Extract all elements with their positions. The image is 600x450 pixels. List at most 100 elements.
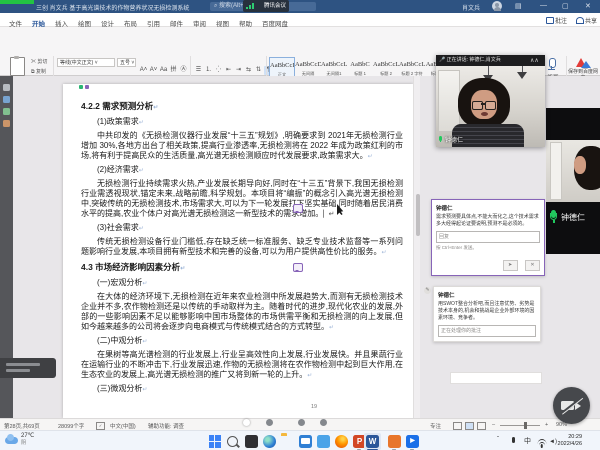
comments-button[interactable]: 批注: [546, 16, 567, 25]
zoom-in-button[interactable]: +: [545, 422, 548, 428]
taskbar-word-icon[interactable]: W: [366, 435, 379, 448]
weather-temp: 27℃: [21, 433, 34, 439]
tencent-meeting-badge[interactable]: 腾讯会议: [243, 0, 289, 12]
document-page[interactable]: 4.2.2 需求预测分析 (1)政策需求中共印发的《无损检测仪器行业发展“十三五”…: [63, 84, 413, 418]
language-indicator[interactable]: 中文(中国): [110, 422, 136, 430]
comment-card-1[interactable]: 钟德仁 需求预测要具体点,不能大而化之,这个技术需求多大经得起论证要说明,预测不…: [431, 199, 545, 276]
comment-body: 需求预测要具体点,不能大而化之,这个技术需求多大经得起论证要说明,预测不是必须的…: [436, 214, 540, 228]
focus-mode-button[interactable]: 专注: [430, 422, 441, 430]
share-button[interactable]: 共享: [576, 16, 597, 25]
taskbar-firefox-icon[interactable]: [335, 435, 348, 448]
meeting-side-tile[interactable]: 钟德仁: [546, 108, 600, 254]
dictate-button[interactable]: [545, 58, 561, 72]
accessibility-status[interactable]: 辅助功能: 调查: [148, 422, 184, 430]
proofing-icon[interactable]: ✓: [96, 422, 105, 430]
copy-button[interactable]: ⧉ 复制: [31, 68, 46, 75]
weather-icon[interactable]: [5, 433, 19, 447]
share-icon: [576, 17, 584, 24]
weather-widget[interactable]: 27℃阴: [21, 433, 34, 447]
font-name-select[interactable]: 等线(中文正文) ˅: [57, 58, 115, 67]
comment-anchor-icon-1[interactable]: [293, 204, 303, 213]
doc-block-2[interactable]: 中共印发的《无损检测仪器行业发展“十三五”规划》,明确要求到 2021年无损检测…: [81, 131, 403, 162]
participant-video[interactable]: 钟德仁: [436, 66, 545, 147]
doc-block-1[interactable]: (1)政策需求: [97, 117, 403, 128]
ribbon-display-options-icon[interactable]: ▤: [515, 2, 522, 10]
zoom-slider[interactable]: [500, 425, 540, 426]
taskbar: 27℃阴 P W ▶ ˆ 中 ◄) 20:292022/4/26: [0, 430, 600, 450]
maximize-button[interactable]: ▢: [562, 2, 569, 10]
word-count[interactable]: 28099个字: [58, 422, 84, 430]
comment-reply-input[interactable]: 回复: [436, 231, 540, 243]
taskbar-search-icon[interactable]: [227, 436, 238, 447]
comment-anchor-icon-2[interactable]: [293, 263, 303, 272]
account-name[interactable]: 肖文兵: [462, 3, 480, 12]
font-size-select[interactable]: 五号 ˅: [117, 58, 136, 67]
page-indicator[interactable]: 第28页,共69页: [4, 422, 40, 430]
zoom-out-button[interactable]: –: [492, 422, 495, 428]
comment-send-button[interactable]: ➤: [503, 260, 518, 271]
document-title: 三创 肖文兵 基于高光谱技术的作物营养状况无损检测系统: [36, 3, 189, 12]
taskbar-orange-app-icon[interactable]: [388, 435, 401, 448]
doc-block-4[interactable]: 无损检测行业持续需求火热,产业发展长期导向好,同时在“十三五”背景下,我国无损检…: [81, 179, 403, 220]
baidu-netdisk-icon[interactable]: [576, 58, 590, 68]
signal-icon: [246, 3, 256, 9]
collaborator-flag-purple: [85, 85, 89, 89]
dock-icon-4[interactable]: [3, 120, 10, 127]
clock[interactable]: 20:292022/4/26: [558, 434, 582, 447]
comment-card-partial[interactable]: [450, 372, 542, 384]
doc-block-0[interactable]: 4.2.2 需求预测分析: [81, 101, 403, 114]
dock-icon-2[interactable]: [3, 96, 10, 103]
comment-icon: [546, 17, 554, 24]
comment-hint: 按 Ctrl+Enter 发送。: [436, 245, 540, 251]
vertical-scrollbar[interactable]: [413, 76, 420, 418]
doc-block-5[interactable]: (3)社会需求: [97, 223, 403, 234]
char-border-icon[interactable]: Ⓐ: [179, 66, 188, 75]
scrollbar-thumb[interactable]: [416, 194, 420, 236]
web-layout-icon: [477, 422, 486, 430]
glasses-icon: [485, 101, 496, 110]
doc-block-9[interactable]: 在大体的经济环境下,无损检测在近年来农业检测中所发展趋势大,而测有无损检测技术企…: [81, 292, 403, 333]
doc-block-8[interactable]: (一)宏观分析: [97, 278, 403, 289]
mic-on-icon: [439, 136, 443, 143]
meeting-floating-window[interactable]: 🎤 正在讲话: 钟德仁,肖文兵 ∧∧ 钟德仁: [436, 55, 545, 147]
dock-icon-1[interactable]: [3, 84, 10, 91]
taskbar-edge-icon[interactable]: [263, 435, 276, 448]
tray-mic-icon[interactable]: [512, 437, 515, 445]
speaking-label: 正在讲话: 钟德仁,肖文兵: [447, 57, 501, 63]
meeting-title-bar[interactable]: 🎤 正在讲话: 钟德仁,肖文兵 ∧∧: [436, 55, 545, 66]
doc-block-11[interactable]: 在果树等高光谱检测的行业发展上,行业呈高效性向上发展,行业发展快。并且果蔬行业在…: [81, 350, 403, 381]
meeting-badge-label: 腾讯会议: [264, 3, 286, 9]
cut-button[interactable]: ✂ 剪切: [31, 58, 47, 65]
comment-card-2[interactable]: 钟德仁 用SWOT整合分析吧,而且注意优势、劣势是技术本身的,机会和挑战是企业外…: [433, 286, 541, 342]
minimize-button[interactable]: —: [540, 2, 547, 9]
doc-block-10[interactable]: (二)中观分析: [97, 336, 403, 347]
comment-cancel-button[interactable]: ✕: [525, 260, 540, 271]
camera-off-button[interactable]: [553, 387, 590, 424]
floating-overlay-box[interactable]: [0, 358, 56, 378]
taskbar-mail-icon[interactable]: [299, 435, 312, 448]
close-button[interactable]: ✕: [585, 2, 591, 10]
doc-block-7[interactable]: 4.3 市场经济影响因素分析: [81, 262, 403, 275]
ime-indicator[interactable]: 中: [524, 436, 531, 446]
doc-block-12[interactable]: (三)微观分析: [97, 384, 403, 395]
doc-block-6[interactable]: 传统无损检测设备行业门槛低,存在缺乏统一标准服务、缺乏专业技术监督等一系列问题影…: [81, 237, 403, 258]
participant-name-chip: 钟德仁: [439, 135, 463, 144]
wifi-icon[interactable]: [537, 439, 546, 445]
comment-status-field: 正在处理你的批注: [438, 325, 536, 337]
ceiling-lamp-icon: [517, 72, 527, 79]
tray-expand-chevron-icon[interactable]: ˆ: [497, 437, 499, 443]
avatar[interactable]: [492, 1, 502, 11]
volume-icon[interactable]: ◄): [549, 439, 557, 445]
collaborator-flag-green: [79, 85, 83, 89]
speaking-mic-icon: 🎤: [439, 57, 445, 63]
taskbar-blue-tile-icon[interactable]: [317, 435, 330, 448]
comment-author: 钟德仁: [438, 291, 536, 299]
taskbar-meeting-app-icon[interactable]: ▶: [406, 435, 419, 448]
phonetic-guide-icon[interactable]: 拼: [169, 66, 178, 75]
document-body[interactable]: 4.2.2 需求预测分析 (1)政策需求中共印发的《无损检测仪器行业发展“十三五”…: [81, 97, 403, 398]
taskbar-dark-app-icon[interactable]: [245, 435, 258, 448]
zoom-slider-knob[interactable]: [524, 422, 527, 429]
start-button[interactable]: [208, 435, 222, 449]
dock-icon-3[interactable]: [3, 108, 10, 115]
doc-block-3[interactable]: (2)经济需求: [97, 165, 403, 176]
